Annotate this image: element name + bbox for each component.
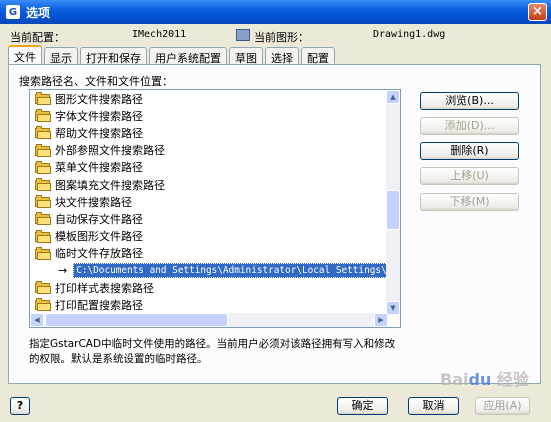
ok-button[interactable]: 确定 (337, 397, 388, 415)
tree-item[interactable]: 打印样式表搜索路径 (30, 279, 388, 296)
move-up-button[interactable]: 上移(U) (420, 167, 519, 185)
tree-item-label: 块文件搜索路径 (55, 195, 132, 209)
vertical-scrollbar[interactable]: ▲ ▼ (386, 90, 400, 315)
folder-icon (35, 160, 51, 174)
window-title: 选项 (26, 5, 51, 20)
tree-item[interactable]: 图案填充文件搜索路径 (30, 176, 388, 193)
drawing-icon (236, 29, 250, 41)
add-button[interactable]: 添加(D)... (420, 117, 519, 135)
folder-icon (35, 195, 51, 209)
folder-icon (35, 229, 51, 243)
folder-icon (35, 126, 51, 140)
app-icon: G (6, 5, 20, 19)
tree-item[interactable]: 菜单文件搜索路径 (30, 159, 388, 176)
close-button[interactable]: × (528, 3, 547, 21)
tab-open-save[interactable]: 打开和保存 (80, 47, 147, 65)
tree-subitem-temp-path[interactable]: → C:\Documents and Settings\Administrator… (30, 262, 400, 279)
scroll-left-icon[interactable]: ◀ (30, 313, 44, 327)
search-path-tree[interactable]: 图形文件搜索路径 字体文件搜索路径 帮助文件搜索路径外部参照文件搜索路径 菜单文件搜索… (29, 89, 401, 328)
folder-icon (35, 281, 51, 295)
tree-item-label: 图案填充文件搜索路径 (55, 178, 165, 192)
tree-item[interactable]: 图形文件搜索路径 (30, 90, 388, 107)
selected-path: C:\Documents and Settings\Administrator\… (73, 262, 400, 278)
folder-icon (35, 109, 51, 123)
tree-item[interactable]: 外部参照文件搜索路径 (30, 142, 388, 159)
current-drawing-label: 当前图形： (254, 31, 309, 44)
current-drawing-value: Drawing1.dwg (373, 29, 446, 40)
folder-icon (35, 143, 51, 157)
tree-item-label: 图形文件搜索路径 (55, 92, 143, 106)
dialog-footer: ? 确定 取消 应用(A) (0, 385, 551, 422)
tree-item-label: 菜单文件搜索路径 (55, 161, 143, 175)
folder-icon (35, 246, 51, 260)
title-bar: G 选项 × (0, 0, 551, 24)
folder-icon (35, 92, 51, 106)
tab-user-preferences[interactable]: 用户系统配置 (149, 47, 227, 65)
description-text: 指定GstarCAD中临时文件使用的路径。当前用户必须对该路径拥有写入和修改的权… (29, 338, 396, 365)
tree-item[interactable]: 块文件搜索路径 (30, 193, 388, 210)
delete-button[interactable]: 删除(R) (420, 142, 519, 160)
tree-item[interactable]: 模板图形文件路径 (30, 228, 388, 245)
tree-item[interactable]: 字体文件搜索路径 (30, 107, 388, 124)
tree-item-label: 打印样式表搜索路径 (55, 281, 154, 295)
current-profile-value: IMech2011 (132, 29, 187, 40)
tab-selection[interactable]: 选择 (265, 47, 299, 65)
horizontal-scroll-thumb[interactable] (45, 313, 228, 327)
tree-item-label: 临时文件存放路径 (55, 247, 143, 261)
tree-item-label: 外部参照文件搜索路径 (55, 144, 165, 158)
tree-item-label: 打印配置搜索路径 (55, 298, 143, 312)
scroll-right-icon[interactable]: ▶ (374, 313, 388, 327)
tab-files[interactable]: 文件 (8, 45, 42, 65)
tree-item[interactable]: 临时文件存放路径 (30, 245, 388, 262)
current-profile-label: 当前配置： (10, 31, 65, 44)
tree-item-label: 字体文件搜索路径 (55, 109, 143, 123)
watermark-logo: Baidu 经验 (440, 370, 529, 389)
cancel-button[interactable]: 取消 (408, 397, 459, 415)
apply-button[interactable]: 应用(A) (475, 397, 530, 415)
vertical-scroll-thumb[interactable] (386, 190, 400, 230)
tab-profiles[interactable]: 配置 (301, 47, 335, 65)
tree-item-label: 自动保存文件路径 (55, 212, 143, 226)
config-row: 当前配置： IMech2011 当前图形： Drawing1.dwg (10, 29, 540, 44)
folder-icon (35, 298, 51, 312)
tree-item[interactable]: 打印配置搜索路径 (30, 296, 388, 313)
horizontal-scrollbar[interactable]: ◀ ▶ (30, 313, 388, 327)
search-path-label: 搜索路径名、文件和文件位置： (19, 75, 173, 88)
move-down-button[interactable]: 下移(M) (420, 193, 519, 211)
tab-drafting[interactable]: 草图 (229, 47, 263, 65)
tree-item[interactable]: 帮助文件搜索路径 (30, 124, 388, 141)
arrow-right-icon: → (58, 263, 68, 277)
browse-button[interactable]: 浏览(B)... (420, 92, 519, 110)
tab-strip: 文件 显示 打开和保存 用户系统配置 草图 选择 配置 (8, 45, 337, 65)
tree-item-label: 模板图形文件路径 (55, 230, 143, 244)
folder-icon (35, 212, 51, 226)
folder-icon (35, 178, 51, 192)
tree-item-label: 帮助文件搜索路径 (55, 126, 143, 140)
tab-display[interactable]: 显示 (44, 47, 78, 65)
scroll-up-icon[interactable]: ▲ (386, 90, 400, 104)
help-button[interactable]: ? (10, 397, 30, 415)
tree-rows: 图形文件搜索路径 字体文件搜索路径 帮助文件搜索路径外部参照文件搜索路径 菜单文件搜索… (30, 90, 400, 313)
tree-item[interactable]: 自动保存文件路径 (30, 210, 388, 227)
scroll-down-icon[interactable]: ▼ (386, 301, 400, 315)
